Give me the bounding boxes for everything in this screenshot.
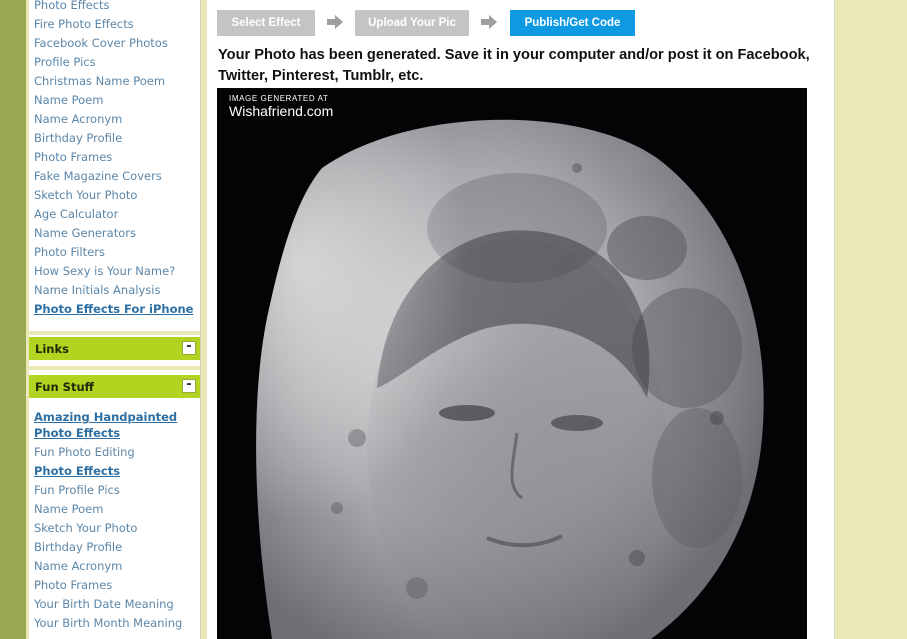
sidebar-link[interactable]: Age Calculator: [34, 207, 118, 222]
fun-link[interactable]: Your Birth Date Meaning: [34, 597, 174, 612]
watermark-site: Wishafriend.com: [229, 103, 334, 119]
sidebar-link[interactable]: Fake Magazine Covers: [34, 169, 162, 184]
links-panel-title: Links: [35, 342, 69, 356]
panel-separator: [29, 331, 200, 335]
watermark: IMAGE GENERATED AT Wishafriend.com: [229, 94, 333, 118]
fun-link[interactable]: Birthday Profile: [34, 540, 122, 555]
sidebar-link[interactable]: Name Acronym: [34, 112, 122, 127]
moon-face-image: [256, 119, 764, 639]
arrow-right-icon: [327, 15, 343, 29]
left-decor-stripe: [0, 0, 26, 639]
sidebar-link[interactable]: Sketch Your Photo: [34, 188, 137, 203]
panel-separator: [29, 366, 200, 370]
step-upload-pic[interactable]: Upload Your Pic: [355, 10, 469, 36]
fun-link[interactable]: Sketch Your Photo: [34, 521, 137, 536]
fun-link[interactable]: Your Birth Month Meaning: [34, 616, 182, 631]
fun-link[interactable]: Name Poem: [34, 502, 103, 517]
minus-icon[interactable]: -: [182, 340, 196, 355]
minus-icon[interactable]: -: [182, 378, 196, 393]
generated-photo[interactable]: IMAGE GENERATED AT Wishafriend.com: [217, 88, 807, 639]
fun-link[interactable]: Name Acronym: [34, 559, 122, 574]
links-panel-header[interactable]: Links -: [29, 337, 200, 360]
sidebar-link[interactable]: Christmas Name Poem: [34, 74, 165, 89]
sidebar-link-photo-effects-iphone[interactable]: Photo Effects For iPhone: [34, 302, 193, 317]
fun-stuff-panel-header[interactable]: Fun Stuff -: [29, 375, 200, 398]
sidebar-link[interactable]: Facebook Cover Photos: [34, 36, 168, 51]
fun-link-handpainted-2[interactable]: Photo Effects: [34, 426, 120, 441]
arrow-right-icon: [481, 15, 497, 29]
sidebar-link[interactable]: Fire Photo Effects: [34, 17, 134, 32]
sidebar-link[interactable]: Name Generators: [34, 226, 136, 241]
sidebar-link[interactable]: Photo Frames: [34, 150, 112, 165]
sidebar-link[interactable]: How Sexy is Your Name?: [34, 264, 175, 279]
fun-link[interactable]: Fun Profile Pics: [34, 483, 120, 498]
sidebar: Photo Effects Fire Photo Effects Faceboo…: [29, 0, 201, 639]
generated-message: Your Photo has been generated. Save it i…: [218, 47, 810, 84]
fun-link[interactable]: Fun Photo Editing: [34, 445, 135, 460]
fun-link-photo-effects[interactable]: Photo Effects: [34, 464, 120, 479]
sidebar-link[interactable]: Photo Filters: [34, 245, 105, 260]
sidebar-link[interactable]: Profile Pics: [34, 55, 96, 70]
sidebar-link[interactable]: Name Initials Analysis: [34, 283, 160, 298]
sidebar-link[interactable]: Photo Effects: [34, 0, 110, 13]
sidebar-link[interactable]: Birthday Profile: [34, 131, 122, 146]
step-select-effect[interactable]: Select Effect: [217, 10, 315, 36]
fun-link[interactable]: Photo Frames: [34, 578, 112, 593]
fun-link-handpainted[interactable]: Amazing Handpainted: [34, 410, 177, 425]
fun-stuff-panel-title: Fun Stuff: [35, 380, 94, 394]
step-publish-get-code[interactable]: Publish/Get Code: [510, 10, 635, 36]
main-content: Select Effect Upload Your Pic Publish/Ge…: [207, 0, 835, 639]
sidebar-link[interactable]: Name Poem: [34, 93, 103, 108]
